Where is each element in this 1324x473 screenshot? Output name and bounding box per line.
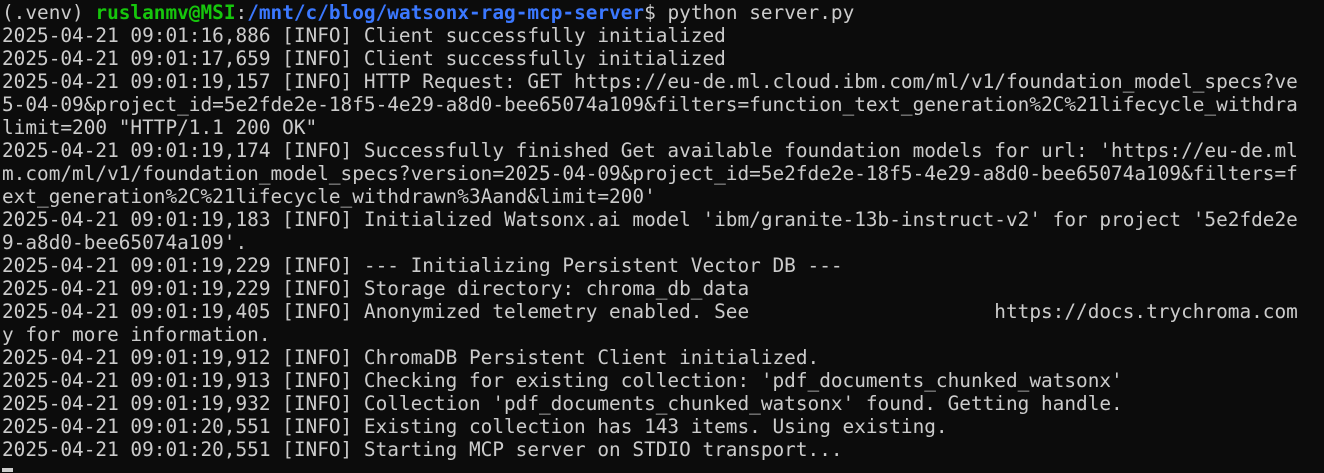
log-line: 2025-04-21 09:01:19,229 [INFO] --- Initi… [2, 254, 843, 277]
shell-prompt-line: (.venv) ruslanmv@MSI:/mnt/c/blog/watsonx… [0, 1, 1324, 24]
log-line: 2025-04-21 09:01:19,932 [INFO] Collectio… [2, 392, 1123, 415]
prompt-separator: : [235, 1, 248, 24]
terminal-window[interactable]: (.venv) ruslanmv@MSI:/mnt/c/blog/watsonx… [0, 0, 1324, 473]
working-directory: /mnt/c/blog/watsonx-rag-mcp-server [247, 1, 645, 24]
log-line: 2025-04-21 09:01:19,157 [INFO] HTTP Requ… [2, 70, 1298, 93]
prompt-dollar: $ [644, 1, 668, 24]
log-line: 2025-04-21 09:01:19,174 [INFO] Successfu… [2, 139, 1298, 162]
log-line: m.com/ml/v1/foundation_model_specs?versi… [2, 162, 1298, 185]
log-line: 2025-04-21 09:01:19,912 [INFO] ChromaDB … [2, 346, 820, 369]
log-line: 2025-04-21 09:01:19,229 [INFO] Storage d… [2, 277, 750, 300]
log-line: 2025-04-21 09:01:20,551 [INFO] Existing … [2, 415, 948, 438]
log-line: 2025-04-21 09:01:19,183 [INFO] Initializ… [2, 208, 1298, 231]
user-host: ruslanmv@MSI [95, 1, 236, 24]
log-line: limit=200 "HTTP/1.1 200 OK" [2, 116, 318, 139]
log-line: ext_generation%2C%21lifecycle_withdrawn%… [2, 185, 656, 208]
log-line: 2025-04-21 09:01:19,405 [INFO] Anonymize… [2, 300, 1298, 323]
log-line: 5-04-09&project_id=5e2fde2e-18f5-4e29-a8… [2, 93, 1298, 116]
text-cursor [2, 468, 13, 472]
log-line: 2025-04-21 09:01:17,659 [INFO] Client su… [2, 47, 726, 70]
log-line: y for more information. [2, 323, 271, 346]
venv-indicator: (.venv) [2, 1, 96, 24]
log-line: 2025-04-21 09:01:16,886 [INFO] Client su… [2, 24, 726, 47]
log-line: 2025-04-21 09:01:20,551 [INFO] Starting … [2, 438, 843, 461]
entered-command: python server.py [667, 1, 855, 24]
log-line: 9-a8d0-bee65074a109'. [2, 231, 248, 254]
log-line: 2025-04-21 09:01:19,913 [INFO] Checking … [2, 369, 1123, 392]
